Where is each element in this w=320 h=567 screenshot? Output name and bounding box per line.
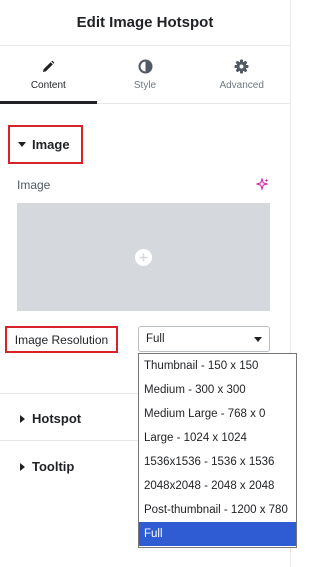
pencil-icon xyxy=(41,60,55,74)
image-media-placeholder[interactable] xyxy=(17,203,270,311)
caret-right-icon xyxy=(20,462,25,471)
dropdown-option-selected[interactable]: Full xyxy=(139,522,296,546)
sparkle-icon[interactable] xyxy=(255,177,269,196)
half-circle-icon xyxy=(138,59,153,74)
gear-icon xyxy=(234,59,249,74)
tab-advanced-label: Advanced xyxy=(219,80,264,91)
dropdown-option[interactable]: Large - 1024 x 1024 xyxy=(139,426,296,450)
panel-header: Edit Image Hotspot xyxy=(0,0,290,46)
plus-circle-icon[interactable] xyxy=(135,248,152,266)
image-resolution-label: Image Resolution xyxy=(14,332,109,347)
image-resolution-select[interactable]: Full xyxy=(138,326,270,352)
panel-tabs: Content Style Advanced xyxy=(0,47,290,104)
image-resolution-label-highlight: Image Resolution xyxy=(5,326,118,353)
image-field-label: Image xyxy=(17,178,51,192)
panel-title: Edit Image Hotspot xyxy=(76,14,214,31)
dropdown-option[interactable]: Medium Large - 768 x 0 xyxy=(139,402,296,426)
section-image-toggle[interactable]: Image xyxy=(8,125,83,164)
dropdown-option[interactable]: 1536x1536 - 1536 x 1536 xyxy=(139,450,296,474)
tab-style[interactable]: Style xyxy=(97,47,194,103)
tab-content-label: Content xyxy=(30,79,66,91)
section-tooltip-toggle[interactable]: Tooltip xyxy=(20,459,74,474)
dropdown-option[interactable]: Thumbnail - 150 x 150 xyxy=(139,354,296,378)
dropdown-option[interactable]: Medium - 300 x 300 xyxy=(139,378,296,402)
chevron-down-icon xyxy=(254,336,262,342)
image-resolution-value: Full xyxy=(146,333,165,345)
section-hotspot-title: Hotspot xyxy=(32,411,82,426)
image-resolution-dropdown: Thumbnail - 150 x 150 Medium - 300 x 300… xyxy=(138,353,297,548)
tab-content[interactable]: Content xyxy=(0,47,97,104)
tab-style-label: Style xyxy=(133,80,157,91)
dropdown-option[interactable]: 2048x2048 - 2048 x 2048 xyxy=(139,474,296,498)
caret-right-icon xyxy=(20,414,25,423)
editor-panel: Edit Image Hotspot Content Style Advance… xyxy=(0,0,298,567)
caret-down-icon xyxy=(18,142,26,147)
dropdown-option[interactable]: Post-thumbnail - 1200 x 780 xyxy=(139,498,296,522)
section-tooltip-title: Tooltip xyxy=(32,459,75,474)
section-hotspot-toggle[interactable]: Hotspot xyxy=(20,411,81,426)
tab-advanced[interactable]: Advanced xyxy=(193,47,290,103)
section-image-title: Image xyxy=(32,137,70,152)
